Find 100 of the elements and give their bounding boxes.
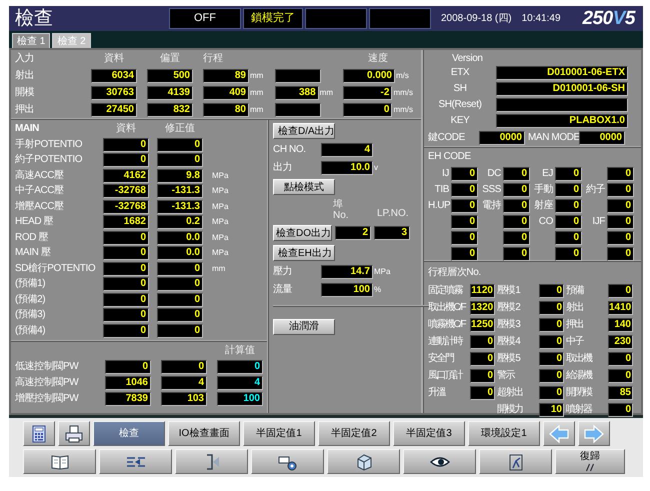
- value-display: 388: [275, 86, 319, 100]
- toolbar-button[interactable]: 半固定值2: [318, 421, 390, 446]
- value-display: 0: [103, 277, 149, 291]
- value-display: 0: [539, 335, 564, 349]
- value-display: 0: [103, 153, 149, 167]
- value-display: 0.0: [157, 246, 203, 260]
- toolbar-button[interactable]: IO檢查畫面: [168, 421, 240, 446]
- value-display: 0: [451, 231, 478, 245]
- value-display: 4162: [103, 168, 149, 182]
- field-label: 中子: [566, 335, 584, 349]
- toolbar-button[interactable]: 復歸: [555, 449, 625, 474]
- unit-label: mm: [250, 70, 264, 82]
- value-display: 0: [103, 324, 149, 338]
- toolbar-button[interactable]: [99, 449, 172, 474]
- column-header: 埠 No.: [333, 199, 350, 221]
- value-display: 1250: [470, 318, 495, 332]
- value-display: 4: [321, 143, 373, 157]
- unit-label: %: [374, 284, 382, 296]
- value-display: 0: [161, 360, 207, 374]
- value-display: 1046: [105, 376, 151, 390]
- value-display: 100: [321, 283, 373, 297]
- value-display: 6034: [91, 69, 137, 83]
- field-label: IJ: [441, 167, 449, 181]
- value-display: 0: [539, 352, 564, 366]
- value-display: 0: [343, 103, 392, 117]
- toolbar-button[interactable]: 環境設定1: [468, 421, 540, 446]
- value-display: 1120: [470, 284, 495, 298]
- field-label: 射座: [532, 199, 553, 213]
- value-display: 0: [607, 215, 634, 229]
- field-label: 中子ACC壓: [15, 184, 65, 198]
- field-label: ROD 壓: [15, 230, 50, 244]
- unit-label: mm: [250, 104, 264, 116]
- field-label: HEAD 壓: [15, 215, 54, 229]
- value-display: 0: [103, 292, 149, 306]
- value-display: 0: [217, 360, 263, 374]
- field-label: EJ: [541, 167, 553, 181]
- toolbar-button[interactable]: 半固定值1: [243, 421, 315, 446]
- value-display: 140: [608, 318, 633, 332]
- value-display: 4139: [147, 86, 193, 100]
- unit-label: MPa: [212, 247, 230, 259]
- column-header: LP.NO.: [377, 207, 410, 221]
- value-display: 0: [607, 247, 634, 261]
- toolbar-button[interactable]: [23, 449, 96, 474]
- value-display: 0: [539, 284, 564, 298]
- command-button[interactable]: 油潤滑: [273, 318, 335, 334]
- value-display: 0: [503, 167, 530, 181]
- command-button[interactable]: 點檢模式: [273, 179, 335, 195]
- value-display: 0000: [479, 131, 525, 145]
- column-header: 資料: [115, 122, 137, 136]
- toolbar-button[interactable]: 檢查: [93, 421, 165, 446]
- toolbar-button[interactable]: 半固定值3: [393, 421, 465, 446]
- field-label: 噴霧機C/F: [428, 318, 467, 332]
- field-label: 警示: [497, 369, 516, 383]
- unit-label: mm/s: [393, 104, 413, 116]
- value-display: 1682: [103, 215, 149, 229]
- field-label: 出力: [273, 161, 294, 175]
- value-display: 0: [503, 215, 530, 229]
- toolbar-button[interactable]: [58, 421, 90, 446]
- value-display: 10.0: [321, 161, 373, 175]
- value-display: -131.3: [157, 200, 203, 214]
- field-label: 升溫: [428, 386, 446, 400]
- toolbar-button[interactable]: [251, 449, 324, 474]
- value-display: 1410: [608, 301, 633, 315]
- value-display: 0: [103, 308, 149, 322]
- command-button[interactable]: 檢查DO出力: [273, 225, 332, 241]
- field-label: 鍵CODE: [428, 131, 466, 145]
- command-button[interactable]: 檢查D/A出力: [273, 123, 335, 139]
- value-display: 0: [503, 199, 530, 213]
- value-display: 0.000: [343, 69, 395, 83]
- field-label: 風口頂計: [428, 369, 464, 383]
- value-display: 7839: [105, 392, 151, 406]
- column-header: 資料: [103, 52, 125, 66]
- column-header: 速度: [367, 52, 389, 66]
- field-label: SH: [452, 82, 468, 96]
- value-display: 0: [451, 183, 478, 197]
- field-label: (預備3): [15, 308, 46, 322]
- value-display: 0.0: [157, 230, 203, 244]
- field-label: H.UP: [428, 199, 449, 213]
- value-display: 0: [451, 199, 478, 213]
- value-display: 0: [539, 318, 564, 332]
- toolbar-button[interactable]: [403, 449, 476, 474]
- toolbar-button[interactable]: [23, 421, 55, 446]
- status-display: OFF: [169, 8, 241, 29]
- field-label: (預備2): [15, 292, 46, 306]
- field-label: 壓模 2: [497, 301, 521, 315]
- value-display: 0: [103, 138, 149, 152]
- column-header: 行程: [203, 52, 224, 66]
- empty-display: [275, 69, 321, 83]
- value-display: 0: [157, 292, 203, 306]
- toolbar-button[interactable]: [479, 449, 552, 474]
- value-display: 0: [607, 167, 634, 181]
- command-button[interactable]: 檢查EH出力: [273, 245, 335, 261]
- field-label: SH(Reset): [437, 98, 483, 112]
- field-label: 預備: [566, 284, 584, 298]
- value-display: 230: [608, 335, 633, 349]
- field-label: 增壓控制閥PW: [15, 392, 80, 406]
- unit-label: MPa: [212, 170, 230, 182]
- toolbar-button[interactable]: [327, 449, 400, 474]
- field-label: 安全門: [428, 352, 455, 366]
- right-arrow-icon: [584, 424, 604, 444]
